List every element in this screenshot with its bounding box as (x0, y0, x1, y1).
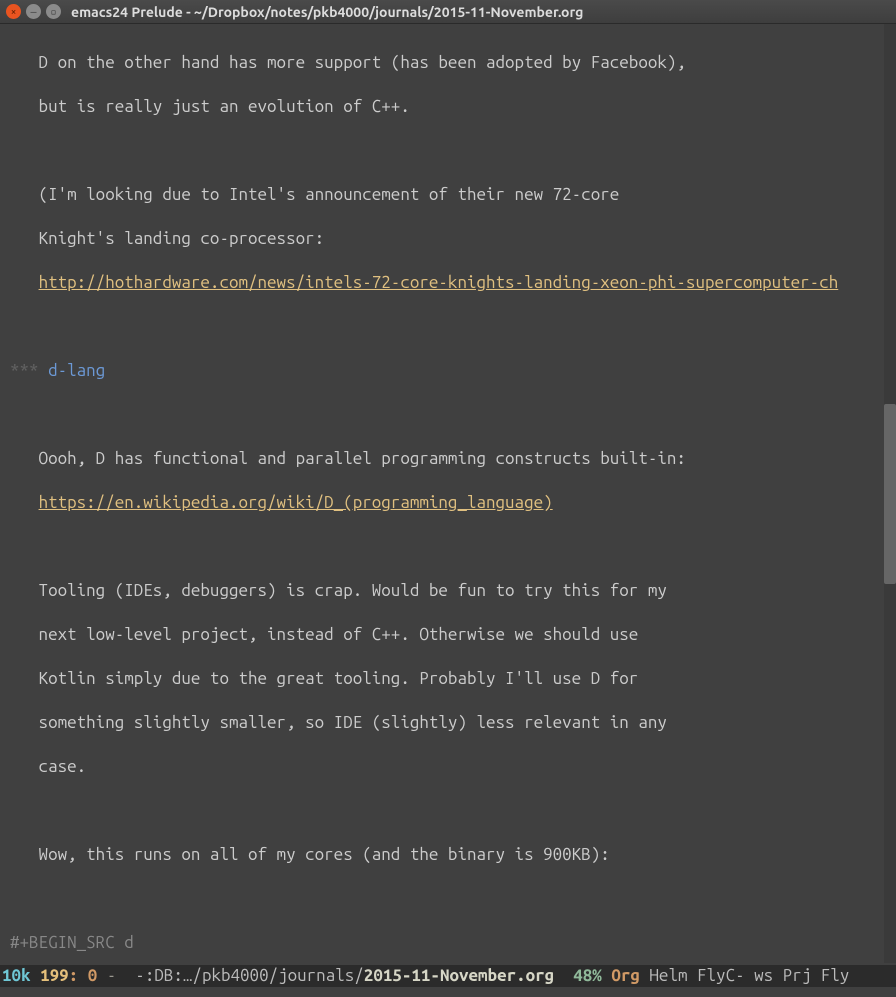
text-line: http://hothardware.com/news/intels-72-co… (10, 272, 896, 294)
modeline-path: …/pkb4000/journals/ (183, 965, 364, 987)
blank-line (10, 140, 896, 162)
src-block-begin: #+BEGIN_SRC d (10, 932, 896, 954)
title-bar: × ‒ ▫ emacs24 Prelude - ~/Dropbox/notes/… (0, 0, 896, 24)
blank-line (10, 536, 896, 558)
modeline-filename: 2015-11-November.org (364, 965, 554, 987)
mode-line[interactable]: 10k 199: 0 - -:DB:…/pkb4000/journals/201… (0, 965, 896, 987)
editor-buffer[interactable]: D on the other hand has more support (ha… (0, 24, 896, 963)
modeline-percent: 48% (554, 965, 611, 987)
window-title: emacs24 Prelude - ~/Dropbox/notes/pkb400… (71, 1, 583, 23)
text-line: Knight's landing co-processor: (10, 228, 896, 250)
scrollbar[interactable] (884, 24, 896, 963)
heading-title: d-lang (48, 361, 105, 380)
modeline-minor-modes: Helm FlyC- ws Prj Fly (640, 965, 859, 987)
text-line: but is really just an evolution of C++. (10, 96, 896, 118)
window-buttons: × ‒ ▫ (6, 4, 61, 19)
text-line: Tooling (IDEs, debuggers) is crap. Would… (10, 580, 896, 602)
text-line: (I'm looking due to Intel's announcement… (10, 184, 896, 206)
text-line: D on the other hand has more support (ha… (10, 52, 896, 74)
modeline-col: : 0 (69, 965, 98, 987)
text-line: case. (10, 756, 896, 778)
text-line: Wow, this runs on all of my cores (and t… (10, 844, 896, 866)
text-line: Oooh, D has functional and parallel prog… (10, 448, 896, 470)
org-heading: *** d-lang (10, 360, 896, 382)
modeline-size: 10k (2, 965, 31, 987)
blank-line (10, 888, 896, 910)
modeline-major-mode: Org (611, 965, 640, 987)
blank-line (10, 404, 896, 426)
blank-line (10, 316, 896, 338)
text-line: next low-level project, instead of C++. … (10, 624, 896, 646)
maximize-icon[interactable]: ▫ (46, 4, 61, 19)
scrollbar-thumb[interactable] (884, 404, 896, 584)
close-icon[interactable]: × (6, 4, 21, 19)
minimize-icon[interactable]: ‒ (26, 4, 41, 19)
text-line: Kotlin simply due to the great tooling. … (10, 668, 896, 690)
link[interactable]: http://hothardware.com/news/intels-72-co… (39, 273, 839, 292)
minibuffer[interactable] (0, 987, 896, 997)
blank-line (10, 800, 896, 822)
text-line: something slightly smaller, so IDE (slig… (10, 712, 896, 734)
text-line: https://en.wikipedia.org/wiki/D_(program… (10, 492, 896, 514)
modeline-line: 199 (31, 965, 69, 987)
heading-stars: *** (10, 361, 48, 380)
link[interactable]: https://en.wikipedia.org/wiki/D_(program… (39, 493, 553, 512)
modeline-flags: -:DB: (126, 965, 183, 987)
